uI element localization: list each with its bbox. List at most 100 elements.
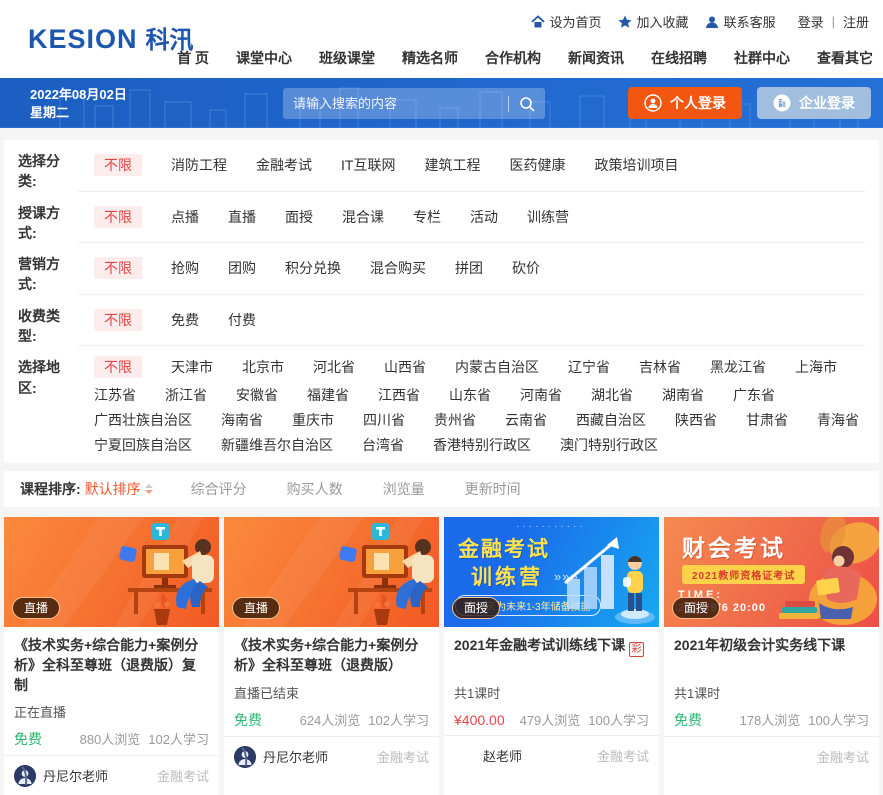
- filter-option[interactable]: 辽宁省: [568, 359, 610, 375]
- filter-option[interactable]: 四川省: [363, 412, 405, 428]
- nav-item[interactable]: 课堂中心: [236, 48, 292, 68]
- nav-item[interactable]: 班级课堂: [319, 48, 375, 68]
- course-title[interactable]: 2021年初级会计实务线下课: [674, 636, 869, 676]
- register-link[interactable]: 注册: [843, 12, 869, 31]
- filter-option[interactable]: 建筑工程: [424, 157, 480, 173]
- home-link[interactable]: 设为首页: [531, 12, 602, 31]
- filter-option[interactable]: 江苏省: [94, 387, 136, 403]
- filter-option[interactable]: 广西壮族自治区: [94, 412, 192, 428]
- filter-option[interactable]: 福建省: [307, 387, 349, 403]
- filter-option[interactable]: 内蒙古自治区: [455, 359, 539, 375]
- filter-option[interactable]: 面授: [285, 209, 313, 225]
- filter-option[interactable]: 付费: [228, 312, 256, 328]
- filter-option[interactable]: 山东省: [449, 387, 491, 403]
- teacher[interactable]: 丹尼尔老师: [14, 765, 108, 787]
- nav-item[interactable]: 合作机构: [485, 48, 541, 68]
- search-input[interactable]: [293, 96, 502, 111]
- filter-option[interactable]: 天津市: [171, 359, 213, 375]
- teacher[interactable]: 赵老师: [454, 745, 522, 767]
- enterprise-login-button[interactable]: 企业登录: [757, 87, 871, 119]
- filter-option[interactable]: 活动: [470, 209, 498, 225]
- sort-option[interactable]: 浏览量: [383, 479, 425, 499]
- sort-option[interactable]: 更新时间: [465, 479, 521, 499]
- filter-option[interactable]: 抢购: [171, 260, 199, 276]
- filter-option[interactable]: IT互联网: [341, 157, 395, 173]
- filter-option[interactable]: 积分兑换: [285, 260, 341, 276]
- filter-option[interactable]: 北京市: [242, 359, 284, 375]
- star-link[interactable]: 加入收藏: [618, 12, 689, 31]
- filter-option[interactable]: 台湾省: [362, 437, 404, 453]
- filter-option[interactable]: 重庆市: [292, 412, 334, 428]
- filter-option[interactable]: 澳门特别行政区: [560, 437, 658, 453]
- filter-option[interactable]: 宁夏回族自治区: [94, 437, 192, 453]
- nav-item[interactable]: 首 页: [177, 48, 209, 68]
- filter-option[interactable]: 不限: [94, 257, 142, 279]
- filter-option[interactable]: 不限: [94, 206, 142, 228]
- personal-login-button[interactable]: 个人登录: [628, 87, 742, 119]
- nav-item[interactable]: 新闻资讯: [568, 48, 624, 68]
- filter-option[interactable]: 团购: [228, 260, 256, 276]
- course-title[interactable]: 2021年金融考试训练线下课彩: [454, 636, 649, 676]
- course-card[interactable]: ···········: [4, 517, 219, 795]
- filter-option[interactable]: 训练营: [527, 209, 569, 225]
- course-title[interactable]: 《技术实务+综合能力+案例分析》全科至尊班（退费版）: [234, 636, 429, 676]
- teacher[interactable]: 丹尼尔老师: [234, 746, 328, 768]
- nav-item[interactable]: 查看其它: [817, 48, 873, 68]
- nav-item[interactable]: 在线招聘: [651, 48, 707, 68]
- nav-item[interactable]: 精选名师: [402, 48, 458, 68]
- filter-option[interactable]: 广东省: [733, 387, 775, 403]
- filter-option[interactable]: 新疆维吾尔自治区: [221, 437, 333, 453]
- course-card[interactable]: ··········· 金融考试 训练营 »»» 花15天为未来1-3年储备技能: [444, 517, 659, 795]
- filter-option[interactable]: 混合购买: [370, 260, 426, 276]
- site-logo[interactable]: KESION科汛: [28, 20, 194, 55]
- filter-option[interactable]: 贵州省: [434, 412, 476, 428]
- filter-option[interactable]: 金融考试: [256, 157, 312, 173]
- filter-option[interactable]: 直播: [228, 209, 256, 225]
- nav-item[interactable]: 社群中心: [734, 48, 790, 68]
- filter-option[interactable]: 消防工程: [171, 157, 227, 173]
- course-cover[interactable]: ··········· 金融考试 训练营 »»» 花15天为未来1-3年储备技能: [444, 517, 659, 627]
- filter-option[interactable]: 湖北省: [591, 387, 633, 403]
- filter-option[interactable]: 拼团: [455, 260, 483, 276]
- filter-option[interactable]: 甘肃省: [746, 412, 788, 428]
- filter-option[interactable]: 安徽省: [236, 387, 278, 403]
- filter-option[interactable]: 免费: [171, 312, 199, 328]
- filter-option[interactable]: 江西省: [378, 387, 420, 403]
- search-icon[interactable]: [519, 96, 535, 112]
- filter-option[interactable]: 不限: [94, 356, 142, 378]
- sort-option[interactable]: 综合评分: [191, 479, 247, 499]
- filter-option[interactable]: 浙江省: [165, 387, 207, 403]
- search-box[interactable]: [283, 88, 545, 119]
- course-card[interactable]: ···········: [224, 517, 439, 795]
- filter-option[interactable]: 吉林省: [639, 359, 681, 375]
- filter-option[interactable]: 不限: [94, 309, 142, 331]
- filter-option[interactable]: 香港特别行政区: [433, 437, 531, 453]
- filter-option[interactable]: 湖南省: [662, 387, 704, 403]
- filter-option[interactable]: 混合课: [342, 209, 384, 225]
- course-cover[interactable]: ···········: [224, 517, 439, 627]
- sort-option[interactable]: 购买人数: [287, 479, 343, 499]
- course-title[interactable]: 《技术实务+综合能力+案例分析》全科至尊班（退费版）复制: [14, 636, 209, 695]
- filter-option[interactable]: 黑龙江省: [710, 359, 766, 375]
- filter-option[interactable]: 西藏自治区: [576, 412, 646, 428]
- filter-option[interactable]: 专栏: [413, 209, 441, 225]
- filter-option[interactable]: 海南省: [221, 412, 263, 428]
- course-cover[interactable]: ···········: [4, 517, 219, 627]
- filter-option[interactable]: 砍价: [512, 260, 540, 276]
- filter-option[interactable]: 河北省: [313, 359, 355, 375]
- filter-option[interactable]: 上海市: [795, 359, 837, 375]
- filter-option[interactable]: 陕西省: [675, 412, 717, 428]
- filter-option[interactable]: 医药健康: [509, 157, 565, 173]
- filter-option[interactable]: 云南省: [505, 412, 547, 428]
- filter-option[interactable]: 政策培训项目: [594, 157, 678, 173]
- course-card[interactable]: ··········· 财会考试 2021教师资格证考试: [664, 517, 879, 795]
- filter-option[interactable]: 河南省: [520, 387, 562, 403]
- filter-option[interactable]: 点播: [171, 209, 199, 225]
- filter-option[interactable]: 青海省: [817, 412, 859, 428]
- filter-option[interactable]: 山西省: [384, 359, 426, 375]
- service-link[interactable]: 联系客服: [705, 12, 776, 31]
- login-link[interactable]: 登录: [798, 12, 824, 31]
- filter-option[interactable]: 不限: [94, 154, 142, 176]
- sort-active-option[interactable]: 默认排序: [85, 479, 153, 499]
- course-cover[interactable]: ··········· 财会考试 2021教师资格证考试: [664, 517, 879, 627]
